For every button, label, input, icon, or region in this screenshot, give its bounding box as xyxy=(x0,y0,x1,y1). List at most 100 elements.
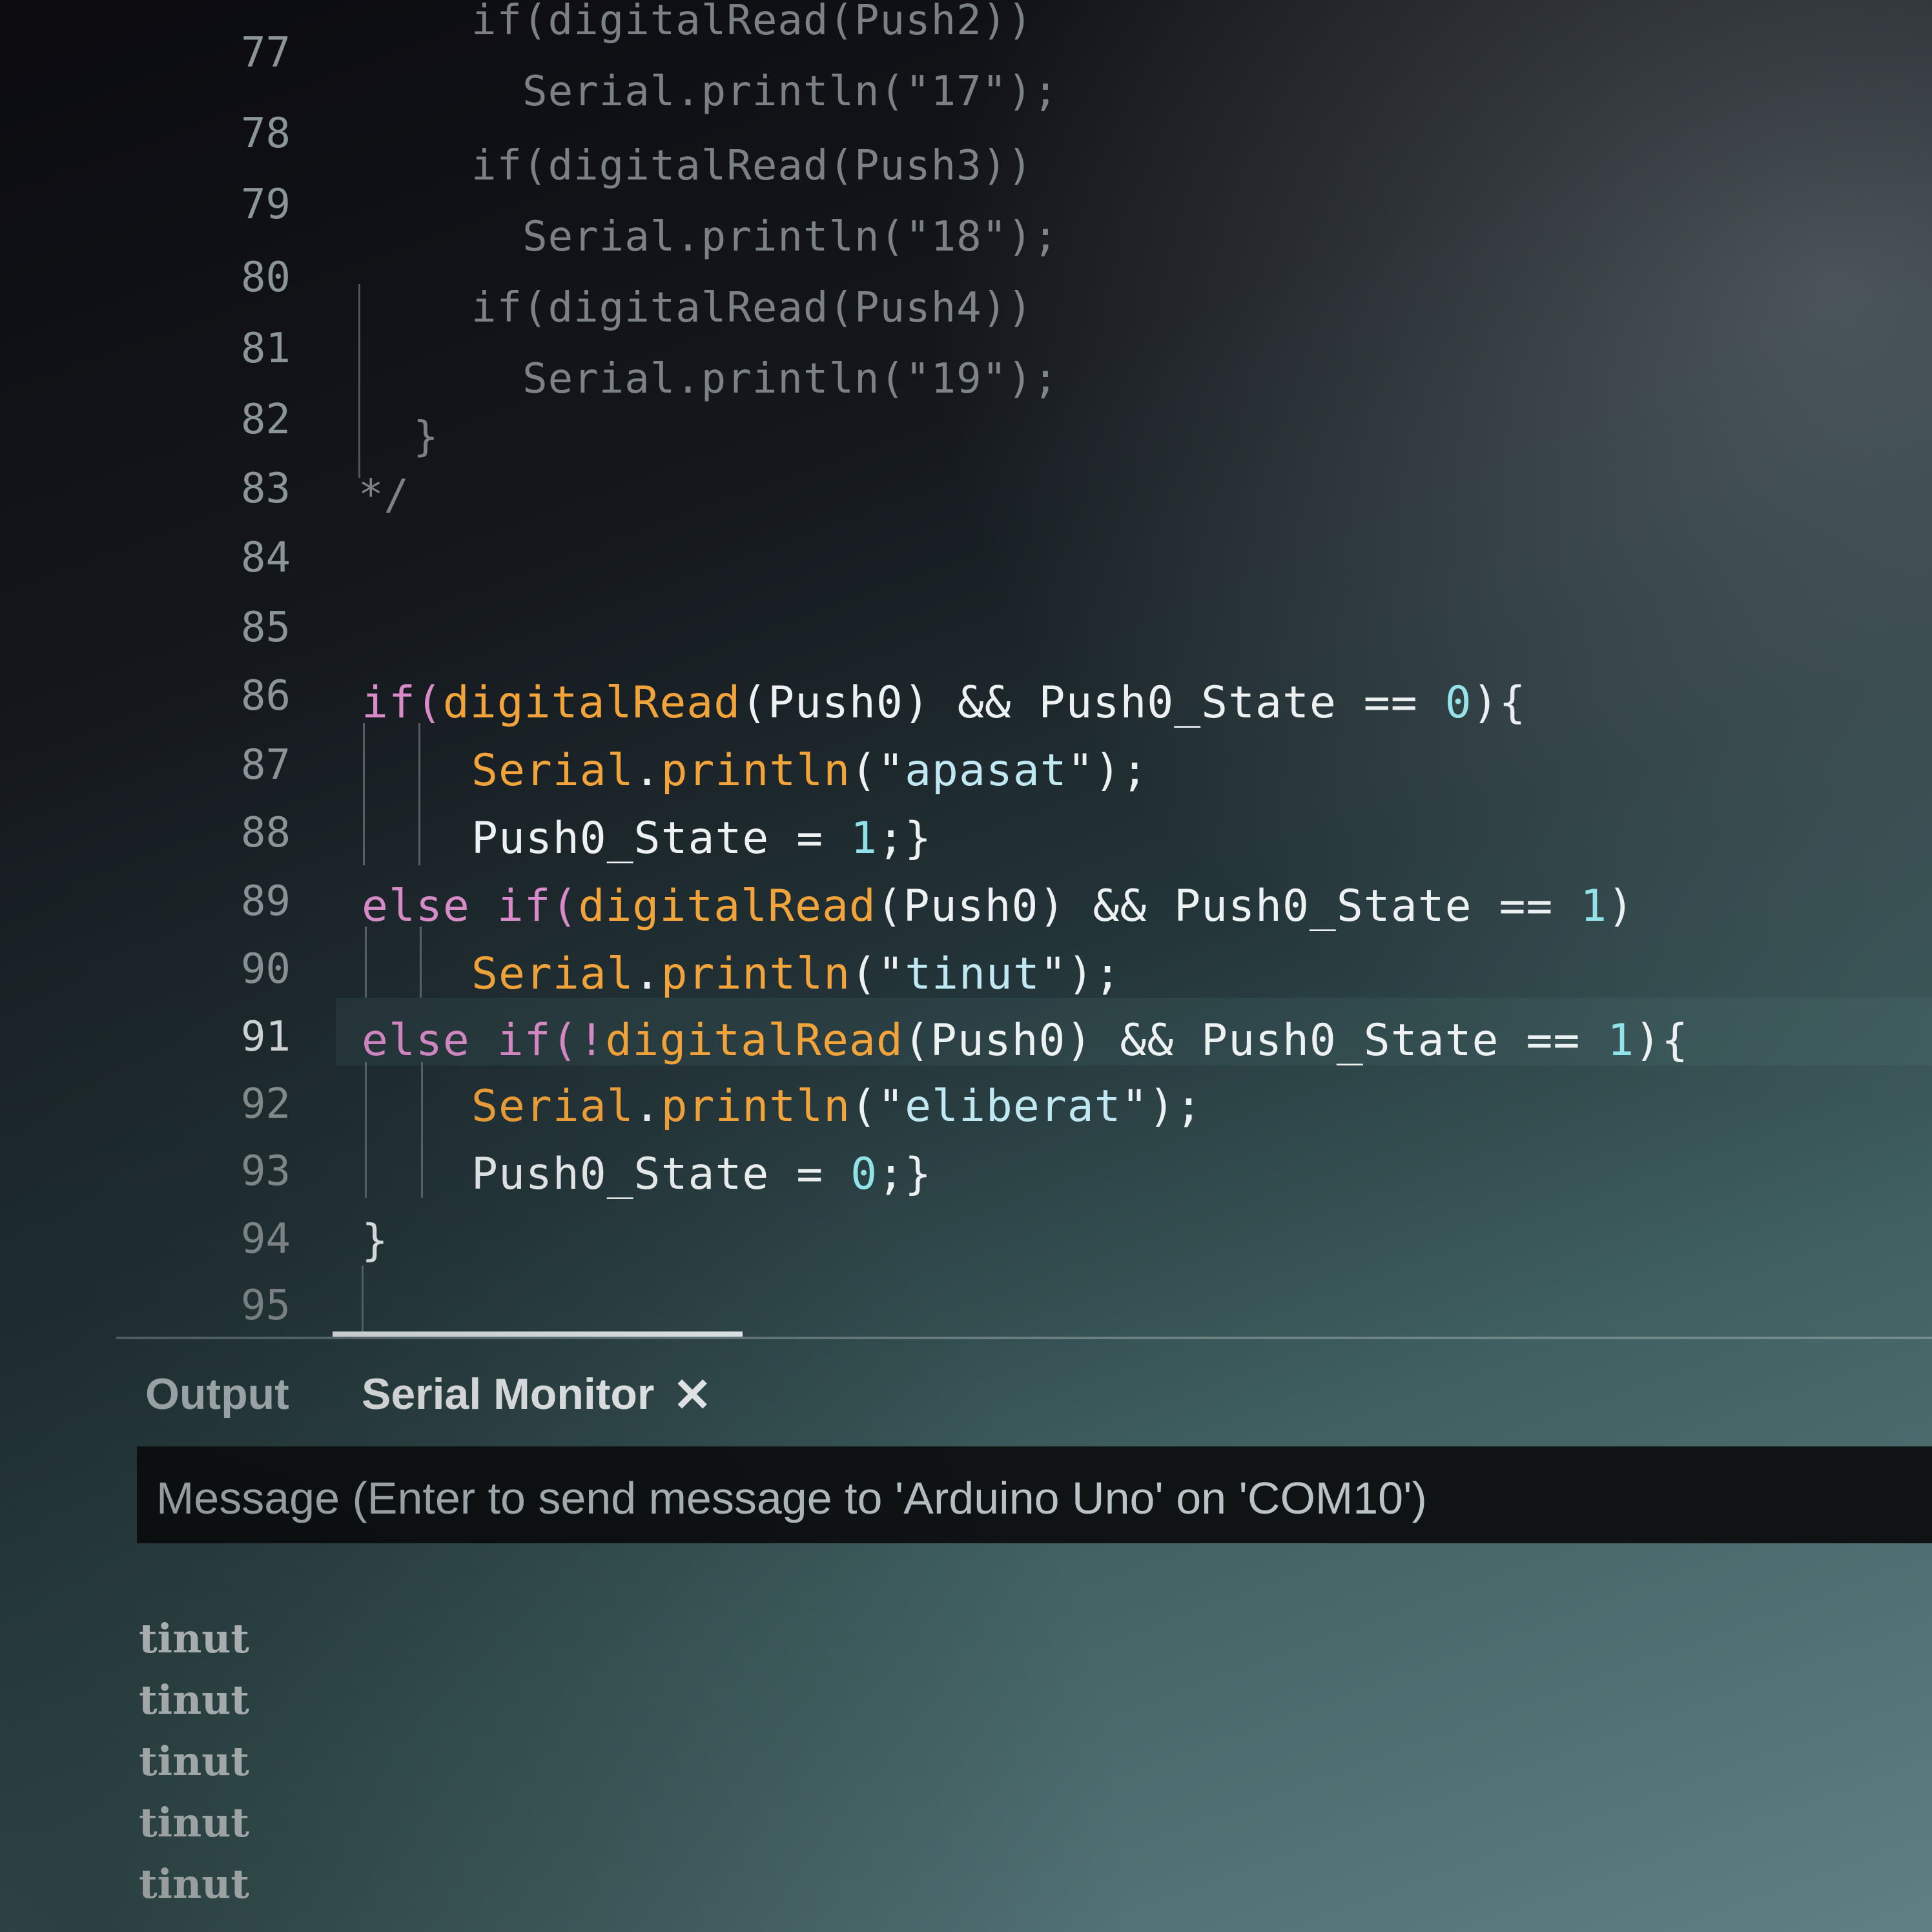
code-line: Serial.println("apasat"); xyxy=(471,749,1149,793)
code-token: 1 xyxy=(1580,881,1608,932)
serial-message-bar xyxy=(137,1446,1932,1543)
code-token: . xyxy=(633,1081,661,1132)
panel-divider xyxy=(116,1337,1932,1339)
code-line: Push0_State = 0;} xyxy=(471,1153,932,1197)
indent-guide xyxy=(365,1062,367,1198)
line-number: 80 xyxy=(240,254,291,302)
code-token: tinut xyxy=(905,949,1040,1000)
code-token: "); xyxy=(1067,745,1149,796)
code-token: "); xyxy=(1040,949,1122,1000)
line-number: 89 xyxy=(240,878,291,925)
code-token: (Push0) && Push0_State == xyxy=(741,677,1445,728)
code-line: Serial.println("18"); xyxy=(471,216,1058,258)
code-token: eliberat xyxy=(905,1081,1122,1132)
code-token: else if(! xyxy=(362,1015,606,1066)
code-token: ;} xyxy=(878,813,932,864)
code-token: "); xyxy=(1121,1081,1203,1132)
line-number-active: 91 xyxy=(240,1013,291,1061)
code-token: Serial xyxy=(471,745,634,796)
indent-guide xyxy=(418,723,420,865)
line-number: 94 xyxy=(240,1215,291,1263)
code-token: ){ xyxy=(1472,677,1526,728)
code-token: apasat xyxy=(905,745,1067,796)
serial-output-line: tinut xyxy=(139,1676,249,1723)
line-number: 86 xyxy=(240,672,291,720)
line-number: 78 xyxy=(240,110,291,158)
code-token: Push0_State = xyxy=(471,813,851,864)
indent-guide xyxy=(421,1062,423,1198)
code-token: } xyxy=(362,1215,389,1266)
tab-output[interactable]: Output xyxy=(145,1369,289,1419)
line-number: 93 xyxy=(240,1147,291,1195)
code-line: else if(!digitalRead(Push0) && Push0_Sta… xyxy=(362,1019,1689,1063)
code-token: 1 xyxy=(1607,1015,1635,1066)
code-token: digitalRead xyxy=(605,1015,903,1066)
code-token: 0 xyxy=(850,1149,878,1200)
code-token: (Push0) && Push0_State == xyxy=(903,1015,1608,1066)
code-token: (" xyxy=(850,949,905,1000)
code-token: if(digitalRead(Push3)) xyxy=(471,142,1033,190)
code-token: println xyxy=(661,949,851,1000)
indent-guide xyxy=(365,927,367,998)
code-line: if(digitalRead(Push3)) xyxy=(471,145,1033,187)
code-token: 0 xyxy=(1444,677,1472,728)
code-token: ) xyxy=(1607,881,1635,932)
code-line: Serial.println("17"); xyxy=(471,71,1058,112)
line-number: 92 xyxy=(240,1080,291,1128)
code-token: . xyxy=(633,949,661,1000)
code-token: println xyxy=(661,745,851,796)
code-token: digitalRead xyxy=(578,881,876,932)
code-token: Serial.println("17"); xyxy=(471,68,1059,116)
serial-output-line: tinut xyxy=(139,1738,249,1785)
close-icon[interactable]: ✕ xyxy=(673,1368,712,1422)
arduino-ide-screen: 77 78 79 80 81 82 83 84 85 86 87 88 89 9… xyxy=(0,0,1932,1932)
line-number: 77 xyxy=(240,29,291,77)
code-line: else if(digitalRead(Push0) && Push0_Stat… xyxy=(362,885,1634,929)
line-number: 90 xyxy=(240,945,291,993)
code-line: if(digitalRead(Push2)) xyxy=(471,0,1033,41)
code-token: if( xyxy=(362,677,443,728)
serial-output-line: tinut xyxy=(139,1860,249,1907)
code-token: Serial xyxy=(471,1081,634,1132)
bottom-panel: Output Serial Monitor ✕ tinut tinut tinu… xyxy=(0,1331,1932,1932)
code-token: . xyxy=(633,745,661,796)
line-number: 79 xyxy=(240,181,291,229)
indent-guide xyxy=(420,927,422,998)
code-token: (" xyxy=(850,1081,905,1132)
code-token: 1 xyxy=(850,813,878,864)
code-token: if(digitalRead(Push2)) xyxy=(471,0,1033,45)
code-line: Serial.println("tinut"); xyxy=(471,952,1122,996)
code-token: println xyxy=(661,1081,851,1132)
code-token: */ xyxy=(358,471,410,519)
code-token: Serial xyxy=(471,949,634,1000)
code-editor[interactable]: 77 78 79 80 81 82 83 84 85 86 87 88 89 9… xyxy=(0,0,1932,1337)
code-line: } xyxy=(413,416,439,458)
code-line: Push0_State = 1;} xyxy=(471,817,932,861)
code-token: (" xyxy=(850,745,905,796)
code-token: Serial.println("18"); xyxy=(471,213,1059,261)
line-number: 88 xyxy=(240,809,291,857)
code-token: Serial.println("19"); xyxy=(471,355,1059,403)
line-number: 82 xyxy=(240,396,291,444)
serial-message-input[interactable] xyxy=(156,1472,1913,1524)
code-line: Serial.println("eliberat"); xyxy=(471,1085,1202,1129)
code-line: if(digitalRead(Push4)) xyxy=(471,287,1033,329)
indent-guide xyxy=(362,1266,364,1337)
code-token: ){ xyxy=(1634,1015,1689,1066)
indent-guide xyxy=(358,284,360,478)
indent-guide xyxy=(363,723,365,865)
line-number: 85 xyxy=(240,604,291,652)
serial-output-line: tinut xyxy=(139,1799,249,1846)
serial-output-line: tinut xyxy=(139,1615,249,1662)
line-number: 95 xyxy=(240,1282,291,1330)
line-number: 81 xyxy=(240,325,291,373)
code-line: */ xyxy=(358,475,409,516)
line-number: 84 xyxy=(240,534,291,582)
code-token: Push0_State = xyxy=(471,1149,851,1200)
code-line: Serial.println("19"); xyxy=(471,358,1058,400)
code-token: } xyxy=(413,413,439,461)
serial-output-log: tinut tinut tinut tinut tinut xyxy=(139,1608,249,1915)
line-number: 83 xyxy=(240,465,291,513)
tab-serial-monitor[interactable]: Serial Monitor xyxy=(362,1369,654,1419)
active-tab-indicator xyxy=(333,1331,743,1337)
